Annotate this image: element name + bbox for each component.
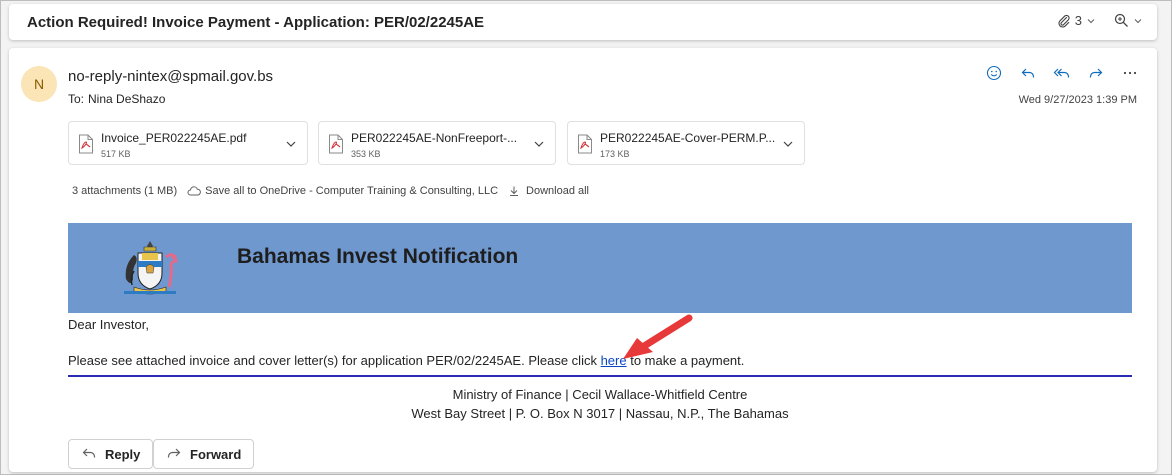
reply-button[interactable]: Reply	[68, 439, 154, 469]
pdf-icon	[577, 134, 593, 159]
attachment-card[interactable]: Invoice_PER022245AE.pdf 517 KB	[68, 121, 308, 165]
reply-icon	[81, 446, 97, 463]
reply-icon[interactable]	[1019, 64, 1037, 82]
received-datetime: Wed 9/27/2023 1:39 PM	[1018, 94, 1137, 106]
avatar[interactable]: N	[21, 66, 57, 102]
attachment-card[interactable]: PER022245AE-Cover-PERM.P... 173 KB	[567, 121, 805, 165]
paperclip-icon[interactable]	[1057, 14, 1071, 28]
pdf-icon	[78, 134, 94, 159]
chevron-down-icon[interactable]	[1133, 16, 1143, 26]
attachment-summary: 3 attachments (1 MB) Save all to OneDriv…	[72, 185, 589, 197]
download-icon	[508, 185, 520, 197]
greeting-text: Dear Investor,	[68, 317, 149, 332]
attachment-name: PER022245AE-Cover-PERM.P...	[600, 131, 776, 145]
chevron-down-icon[interactable]	[533, 137, 545, 155]
cloud-icon	[187, 186, 202, 196]
window-frame: Action Required! Invoice Payment - Appli…	[0, 0, 1172, 475]
attachment-card[interactable]: PER022245AE-NonFreeport-... 353 KB	[318, 121, 556, 165]
pdf-icon	[328, 134, 344, 159]
attachment-count-summary: 3 attachments (1 MB)	[72, 185, 178, 197]
save-all-onedrive-link[interactable]: Save all to OneDrive - Computer Training…	[205, 185, 498, 197]
subject-bar: Action Required! Invoice Payment - Appli…	[9, 4, 1157, 40]
forward-button[interactable]: Forward	[153, 439, 255, 469]
chevron-down-icon[interactable]	[285, 137, 297, 155]
annotation-arrow-icon	[609, 314, 699, 369]
reply-button-label: Reply	[105, 446, 141, 462]
forward-button-label: Forward	[190, 446, 242, 462]
attachment-name: PER022245AE-NonFreeport-...	[351, 131, 518, 145]
email-message: N no-reply-nintex@spmail.gov.bs To: Nina …	[9, 48, 1157, 472]
attachment-size: 517 KB	[101, 149, 131, 159]
body-text-before: Please see attached invoice and cover le…	[68, 353, 601, 368]
divider	[68, 375, 1132, 377]
notification-banner: Bahamas Invest Notification	[68, 223, 1132, 313]
attachment-name: Invoice_PER022245AE.pdf	[101, 131, 247, 145]
message-actions	[985, 64, 1139, 82]
emoji-icon[interactable]	[985, 64, 1003, 82]
recipient-line: To: Nina DeShazo	[68, 92, 165, 106]
chevron-down-icon[interactable]	[1086, 16, 1096, 26]
download-all-link[interactable]: Download all	[526, 185, 589, 197]
chevron-down-icon[interactable]	[782, 137, 794, 155]
bahamas-crest-icon	[120, 239, 180, 302]
attachment-count[interactable]: 3	[1075, 13, 1082, 28]
recipient-name[interactable]: Nina DeShazo	[88, 92, 165, 106]
email-subject: Action Required! Invoice Payment - Appli…	[27, 14, 485, 31]
more-icon[interactable]	[1121, 64, 1139, 82]
reply-all-icon[interactable]	[1053, 64, 1071, 82]
zoom-icon[interactable]	[1114, 13, 1129, 28]
subject-tools: 3	[1057, 13, 1143, 28]
footer-address-line2: West Bay Street | P. O. Box N 3017 | Nas…	[411, 406, 789, 421]
to-label: To:	[68, 92, 85, 106]
footer-address-line1: Ministry of Finance | Cecil Wallace-Whit…	[452, 387, 748, 402]
banner-title: Bahamas Invest Notification	[237, 245, 519, 268]
sender-email[interactable]: no-reply-nintex@spmail.gov.bs	[68, 68, 273, 85]
attachment-size: 173 KB	[600, 149, 630, 159]
forward-icon	[166, 446, 182, 463]
attachment-size: 353 KB	[351, 149, 381, 159]
forward-icon[interactable]	[1087, 64, 1105, 82]
